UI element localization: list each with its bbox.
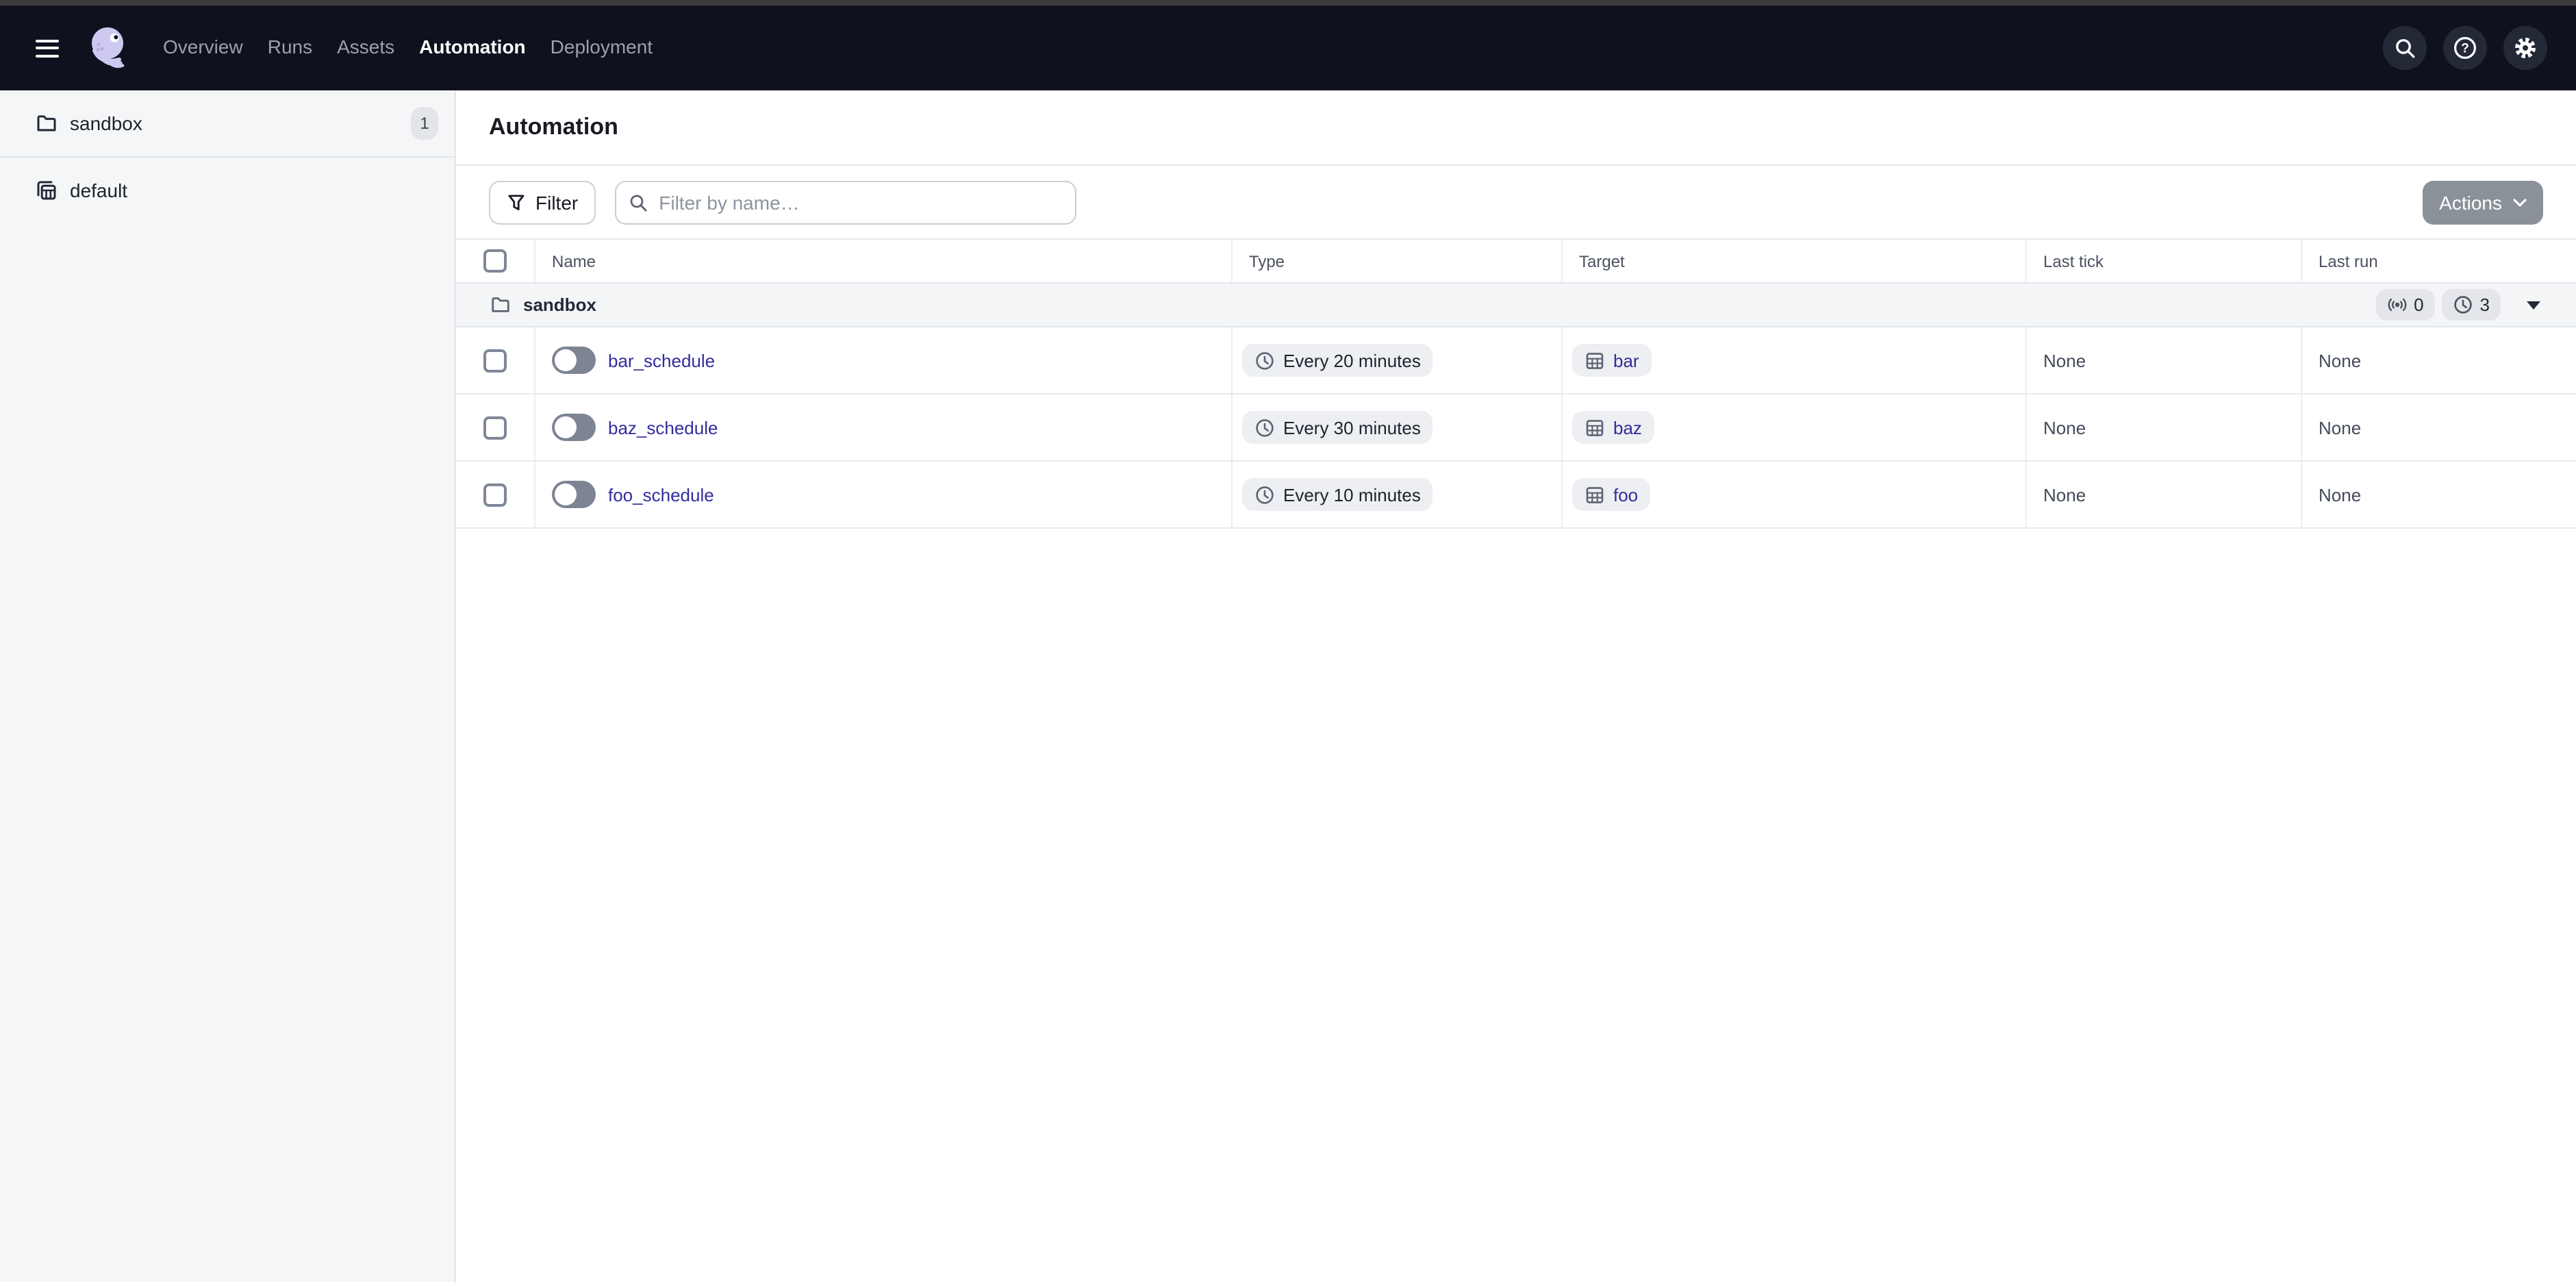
clock-icon [1254,417,1275,438]
enable-toggle[interactable] [552,347,596,374]
nav-item-runs[interactable]: Runs [268,36,312,58]
collapse-caret-icon[interactable] [2527,301,2540,309]
select-all-checkbox[interactable] [483,249,507,273]
schedule-name-link[interactable]: baz_schedule [608,417,718,438]
schedule-name-link[interactable]: bar_schedule [608,350,715,370]
folder-icon [36,112,58,134]
schedules-count-badge: 3 [2442,289,2501,320]
actions-button[interactable]: Actions [2423,180,2543,224]
sidebar-item-default[interactable]: default [0,156,455,222]
last-run-value: None [2302,462,2576,527]
target-link[interactable]: foo [1613,484,1638,505]
toolbar: Filter Actions [456,164,2576,238]
nav-item-automation[interactable]: Automation [419,36,526,58]
table-row: foo_schedule Every 10 minutes [456,462,2576,529]
primary-nav: Overview Runs Assets Automation Deployme… [163,36,653,60]
last-tick-value: None [2027,462,2302,527]
window-top-strip [0,0,2576,5]
schedule-interval: Every 30 minutes [1283,417,1421,438]
enable-toggle[interactable] [552,481,596,508]
column-header-type: Type [1233,240,1563,282]
search-icon [629,192,648,212]
column-header-target: Target [1563,240,2027,282]
sensors-count-badge: 0 [2375,289,2434,320]
target-link[interactable]: bar [1613,350,1639,370]
column-header-name: Name [535,240,1233,282]
sensors-count: 0 [2414,294,2423,315]
table-icon [1584,484,1605,505]
target-chip[interactable]: baz [1572,411,1654,444]
name-filter-input[interactable] [615,180,1076,224]
count-badge: 1 [411,107,438,140]
group-counters: 0 3 [2375,289,2540,320]
group-name: sandbox [523,294,596,315]
schedule-interval: Every 10 minutes [1283,484,1421,505]
clock-icon [1254,350,1275,370]
folder-icon [490,294,511,315]
navbar-tools: ? [2383,26,2576,70]
page-header: Automation [456,90,2576,164]
group-row-sandbox[interactable]: sandbox 0 [456,284,2576,327]
target-link[interactable]: baz [1613,417,1642,438]
column-header-last-tick: Last tick [2027,240,2302,282]
last-run-value: None [2302,327,2576,393]
main-panel: Automation Filter Actions [456,90,2576,1282]
name-filter [615,180,1076,224]
workspace-icon [36,179,58,201]
schedule-interval-chip: Every 20 minutes [1242,344,1433,377]
navbar-left: Overview Runs Assets Automation Deployme… [0,23,653,73]
table-row: bar_schedule Every 20 minutes [456,327,2576,394]
row-checkbox[interactable] [483,349,507,372]
hamburger-menu-button[interactable] [36,39,59,57]
gear-icon [2513,36,2538,60]
sidebar-item-label: default [70,179,127,201]
funnel-icon [507,192,526,212]
schedules-count: 3 [2480,294,2490,315]
schedule-interval: Every 20 minutes [1283,350,1421,370]
clock-icon [1254,484,1275,505]
filter-button-label: Filter [535,191,578,213]
schedule-name-link[interactable]: foo_schedule [608,484,714,505]
last-run-value: None [2302,394,2576,460]
enable-toggle[interactable] [552,414,596,441]
sensor-icon [2386,294,2407,315]
top-navbar: Overview Runs Assets Automation Deployme… [0,5,2576,90]
automations-table: Name Type Target Last tick Last run sand… [456,238,2576,529]
help-button[interactable]: ? [2443,26,2487,70]
schedule-interval-chip: Every 10 minutes [1242,478,1433,511]
column-header-last-run: Last run [2302,240,2576,282]
nav-item-assets[interactable]: Assets [337,36,394,58]
nav-item-deployment[interactable]: Deployment [551,36,653,58]
svg-text:?: ? [2461,42,2469,56]
target-chip[interactable]: bar [1572,344,1652,377]
last-tick-value: None [2027,394,2302,460]
dagster-logo[interactable] [84,23,133,73]
target-chip[interactable]: foo [1572,478,1650,511]
table-row: baz_schedule Every 30 minutes [456,394,2576,462]
code-locations-sidebar: sandbox 1 default [0,90,456,1282]
chevron-down-icon [2513,198,2527,206]
nav-item-overview[interactable]: Overview [163,36,243,58]
search-button[interactable] [2383,26,2427,70]
last-tick-value: None [2027,327,2302,393]
row-checkbox[interactable] [483,416,507,439]
settings-button[interactable] [2503,26,2547,70]
table-icon [1584,350,1605,370]
schedule-interval-chip: Every 30 minutes [1242,411,1433,444]
sidebar-item-sandbox[interactable]: sandbox 1 [0,90,455,156]
filter-button[interactable]: Filter [489,180,596,224]
row-checkbox[interactable] [483,483,507,506]
app-root: Overview Runs Assets Automation Deployme… [0,0,2576,1282]
table-header-row: Name Type Target Last tick Last run [456,240,2576,284]
search-icon [2393,36,2416,60]
actions-button-label: Actions [2439,191,2502,213]
table-icon [1584,417,1605,438]
page-title: Automation [489,114,618,141]
help-icon: ? [2453,36,2477,60]
sidebar-item-label: sandbox [70,112,142,134]
clock-icon [2453,294,2473,315]
